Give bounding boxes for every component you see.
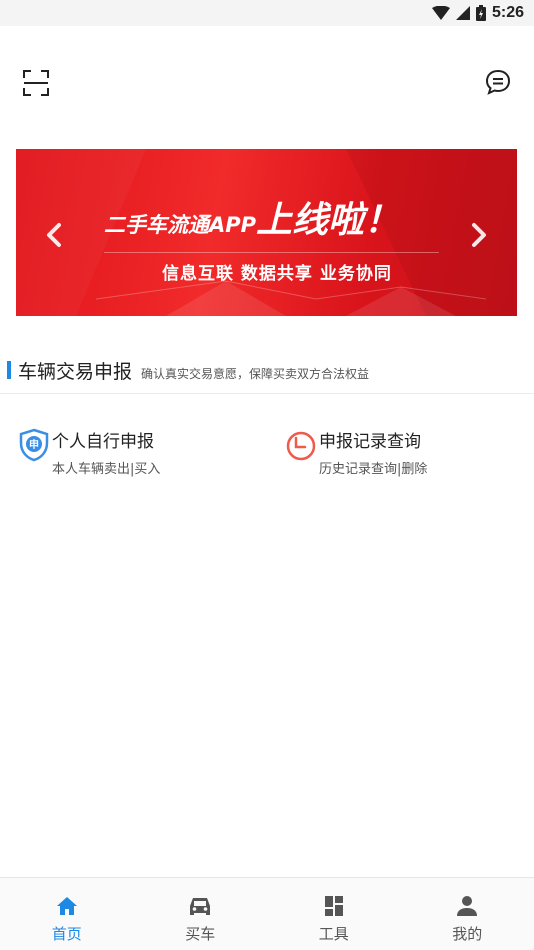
message-icon[interactable] [484,68,514,98]
app-screen: 5:26 二手车流通APP上线啦！ 信息互联 数据共享 业务协同 车辆交易申报 … [0,0,534,950]
banner-title-app: 二手车流通APP [104,213,257,237]
declaration-records-item[interactable]: 申报记录查询 历史记录查询|删除 [285,424,525,480]
self-declaration-item[interactable]: 申 个人自行申报 本人车辆卖出|买入 [18,424,258,480]
car-icon [190,898,211,915]
section-divider [0,393,534,394]
banner-subtitle: 信息互联 数据共享 业务协同 [162,264,392,284]
shield-shen-icon: 申 [19,428,49,462]
nav-buy-car[interactable]: 买车 [134,878,268,950]
banner-title: 二手车流通APP上线啦！ [104,191,444,243]
wifi-icon [431,6,450,20]
self-declaration-title: 个人自行申报 [52,432,154,452]
nav-home[interactable]: 首页 [0,878,134,950]
section-accent-bar [7,361,11,379]
banner-next-arrow[interactable] [467,220,491,250]
nav-tools-label: 工具 [318,925,349,943]
declaration-records-title: 申报记录查询 [319,432,421,452]
clock-icon [286,431,316,461]
svg-text:申: 申 [29,438,39,451]
declaration-records-subtitle: 历史记录查询|删除 [319,462,428,477]
promo-banner[interactable]: 二手车流通APP上线啦！ 信息互联 数据共享 业务协同 [16,149,517,316]
status-bar: 5:26 [0,0,534,26]
user-icon [457,896,478,916]
nav-home-label: 首页 [51,925,82,943]
nav-profile[interactable]: 我的 [401,878,534,950]
nav-tools[interactable]: 工具 [267,878,401,950]
bottom-navigation: 首页 买车 工具 我的 [0,877,534,950]
banner-prev-arrow[interactable] [42,220,66,250]
home-icon [56,897,77,915]
section-description: 确认真实交易意愿，保障买卖双方合法权益 [141,367,370,381]
scan-icon[interactable] [22,69,52,99]
self-declaration-subtitle: 本人车辆卖出|买入 [52,462,161,477]
banner-title-launch: 上线啦！ [256,200,401,241]
battery-icon [475,5,486,21]
signal-icon [455,6,470,20]
section-title: 车辆交易申报 [18,361,133,383]
nav-buy-car-label: 买车 [185,925,216,943]
banner-divider [104,252,439,253]
nav-profile-label: 我的 [452,925,483,943]
grid-icon [324,896,343,916]
status-time: 5:26 [491,4,524,21]
